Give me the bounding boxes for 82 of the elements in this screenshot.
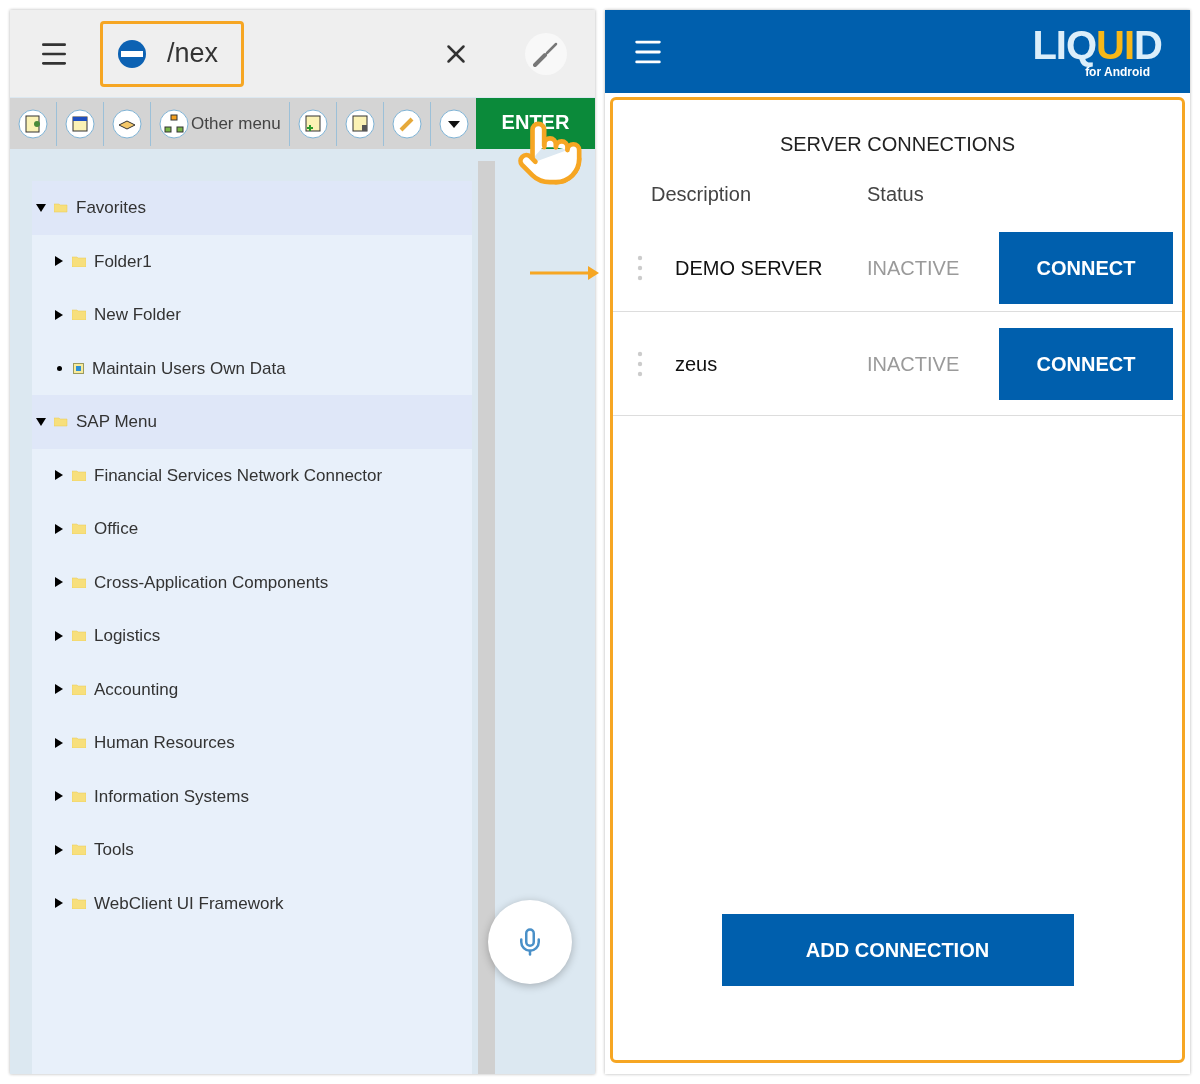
collapsed-caret-icon[interactable] (54, 630, 64, 641)
collapsed-caret-icon[interactable] (54, 791, 64, 802)
open-folder-icon (54, 416, 68, 428)
tree-item-label: Maintain Users Own Data (92, 357, 286, 380)
collapsed-caret-icon[interactable] (54, 470, 64, 481)
tree-row[interactable]: Favorites (32, 181, 472, 235)
column-header: Description (651, 182, 753, 207)
tree-item-label: SAP Menu (76, 411, 157, 433)
tree-item-label: New Folder (94, 304, 181, 326)
tree-item-label: WebClient UI Framework (94, 892, 284, 915)
add-connection-button[interactable]: ADD CONNECTION (721, 914, 1074, 986)
tree-row[interactable]: Office (32, 502, 472, 556)
app-logo-icon (117, 38, 147, 69)
screwdriver-icon (533, 40, 559, 67)
tree-row[interactable]: SAP Menu (32, 395, 472, 449)
collapsed-caret-icon[interactable] (54, 256, 64, 267)
folder-icon (72, 737, 86, 749)
tree-row[interactable]: Financial Services Network Connector (32, 448, 472, 502)
server-name: zeus (675, 351, 719, 377)
tree-row[interactable]: Accounting (32, 662, 472, 716)
tree-item-label: Financial Services Network Connector (94, 464, 383, 487)
tree-item-label: Information Systems (94, 785, 249, 808)
command-field[interactable]: /nex (100, 20, 244, 87)
tree-item-label: Office (94, 518, 139, 540)
server-status: INACTIVE (867, 256, 961, 281)
tree-row[interactable]: Maintain Users Own Data (32, 341, 472, 395)
collapsed-caret-icon[interactable] (54, 844, 64, 855)
user-document-icon[interactable] (18, 108, 48, 139)
folder-icon (72, 844, 86, 856)
folder-icon (72, 790, 86, 802)
other-menu-button[interactable]: Other menu (159, 108, 281, 139)
open-folder-icon (54, 202, 68, 214)
dropdown-icon[interactable] (438, 108, 469, 139)
folder-icon (72, 309, 86, 321)
column-header: Status (867, 182, 924, 207)
tree-row[interactable]: Human Resources (32, 716, 472, 770)
expanded-caret-icon[interactable] (36, 202, 46, 213)
folder-icon (72, 683, 86, 695)
folder-icon (72, 523, 86, 535)
tree-row[interactable]: Cross-Application Components (32, 555, 472, 609)
panel-title: SERVER CONNECTIONS (778, 132, 1017, 157)
drag-handle-icon[interactable] (637, 350, 643, 377)
window-icon[interactable] (65, 108, 95, 139)
tree-item-label: Cross-Application Components (94, 571, 329, 594)
connect-button[interactable]: CONNECT (999, 327, 1173, 400)
collapsed-caret-icon[interactable] (54, 309, 64, 320)
tree-item-label: Tools (94, 839, 134, 861)
expanded-caret-icon[interactable] (36, 416, 46, 427)
tree-row[interactable]: Folder1 (32, 234, 472, 288)
tree-row[interactable]: Information Systems (32, 769, 472, 823)
folder-icon (72, 630, 86, 642)
transaction-icon (73, 362, 84, 374)
microphone-button[interactable] (488, 900, 572, 984)
server-name: DEMO SERVER (675, 256, 824, 281)
folder-icon (72, 469, 86, 481)
folder-icon (72, 576, 86, 588)
tree-item-label: Logistics (94, 625, 161, 647)
collapsed-caret-icon[interactable] (54, 898, 64, 909)
tree-row[interactable]: WebClient UI Framework (32, 876, 472, 930)
bullet-icon (57, 365, 62, 371)
tools-button[interactable] (525, 32, 567, 75)
drag-handle-icon[interactable] (637, 255, 643, 281)
tree-row[interactable]: Tools (32, 823, 472, 877)
tree-item-label: Favorites (76, 197, 146, 219)
app-logo: LIQUID for Android (1032, 25, 1162, 78)
box-icon[interactable] (112, 108, 142, 139)
new-item-icon[interactable] (297, 108, 328, 139)
collapsed-caret-icon[interactable] (54, 577, 64, 588)
collapsed-caret-icon[interactable] (54, 684, 64, 695)
connect-button[interactable]: CONNECT (999, 232, 1173, 304)
tree-row[interactable]: Logistics (32, 609, 472, 663)
server-status: INACTIVE (867, 351, 961, 377)
collapsed-caret-icon[interactable] (54, 523, 64, 534)
delete-item-icon[interactable] (344, 108, 375, 139)
tree-item-label: Accounting (94, 678, 179, 701)
folder-icon (72, 255, 86, 267)
tree-item-label: Folder1 (94, 250, 152, 273)
collapsed-caret-icon[interactable] (54, 737, 64, 748)
folder-icon (72, 897, 86, 909)
tree-item-label: Human Resources (94, 732, 235, 754)
tree-row[interactable]: New Folder (32, 288, 472, 342)
hierarchy-icon (159, 108, 189, 139)
